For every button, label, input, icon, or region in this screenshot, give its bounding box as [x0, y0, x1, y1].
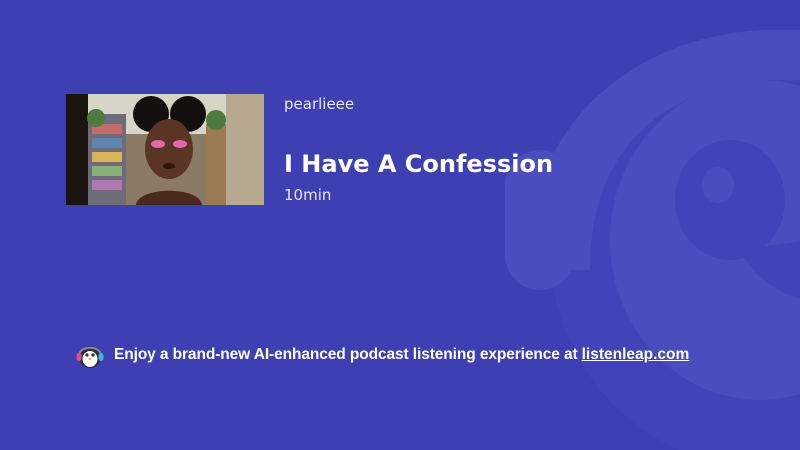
- video-thumbnail-icon: [66, 94, 264, 205]
- mascot-watermark-icon: [505, 30, 800, 450]
- episode-thumbnail[interactable]: [66, 94, 264, 205]
- promo-text: Enjoy a brand-new AI-enhanced podcast li…: [114, 346, 578, 363]
- episode-duration: 10min: [284, 186, 332, 204]
- penguin-headphones-logo-icon: [76, 346, 104, 368]
- episode-author[interactable]: pearlieee: [284, 94, 354, 114]
- listenleap-link[interactable]: listenleap.com: [582, 346, 690, 364]
- episode-title[interactable]: I Have A Confession: [284, 149, 553, 179]
- promo-banner: Enjoy a brand-new AI-enhanced podcast li…: [75, 341, 689, 369]
